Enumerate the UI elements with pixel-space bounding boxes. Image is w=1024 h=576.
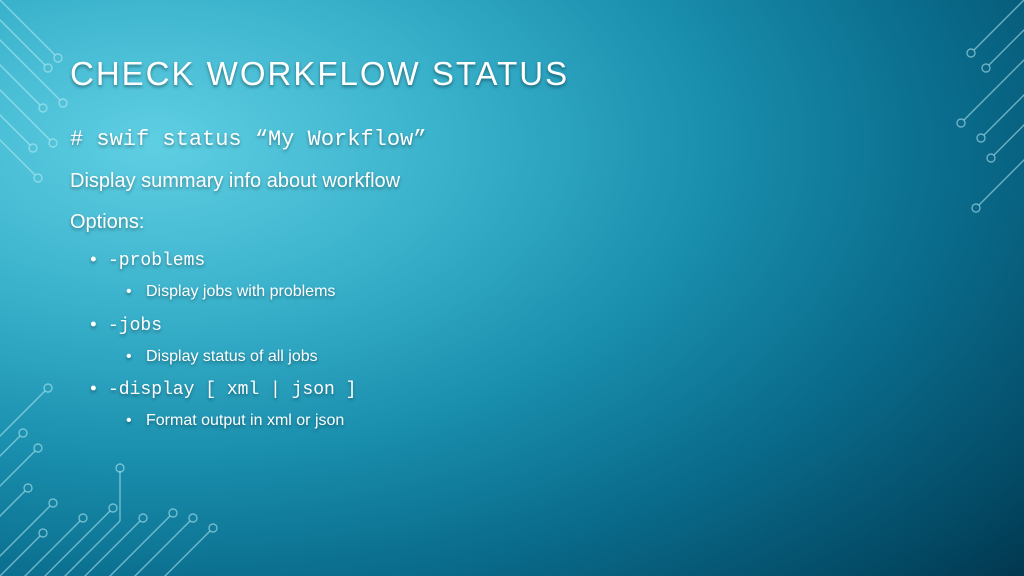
slide: CHECK WORKFLOW STATUS # swif status “My … [0,0,1024,576]
command-line: # swif status “My Workflow” [70,127,954,152]
option-item: -jobs Display status of all jobs [108,313,954,370]
options-label: Options: [70,211,954,234]
option-flag: -jobs [108,313,954,340]
option-item: -problems Display jobs with problems [108,248,954,305]
options-list: -problems Display jobs with problems -jo… [70,248,954,434]
command-description: Display summary info about workflow [70,170,954,193]
option-item: -display [ xml | json ] Format output in… [108,377,954,434]
option-flag: -display [ xml | json ] [108,377,954,404]
option-desc: Display status of all jobs [146,344,954,370]
option-desc: Display jobs with problems [146,279,954,305]
option-flag: -problems [108,248,954,275]
option-desc: Format output in xml or json [146,408,954,434]
slide-title: CHECK WORKFLOW STATUS [70,55,954,93]
